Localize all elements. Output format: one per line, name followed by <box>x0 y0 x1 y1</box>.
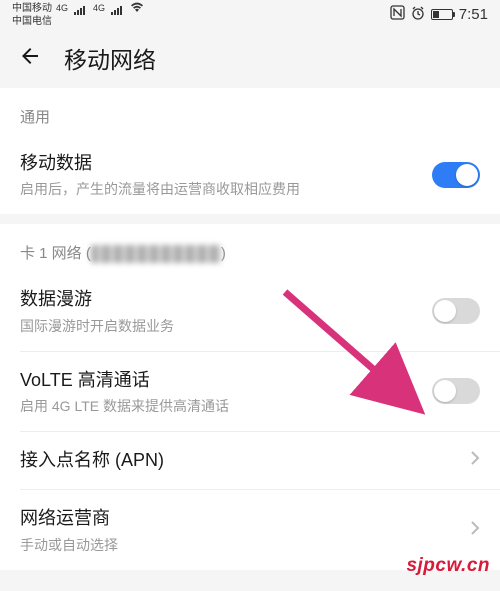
roaming-title: 数据漫游 <box>20 287 432 312</box>
row-roaming[interactable]: 数据漫游 国际漫游时开启数据业务 <box>0 271 500 350</box>
carrier-1: 中国移动 <box>12 3 52 14</box>
mobile-data-sub: 启用后，产生的流量将由运营商收取相应费用 <box>20 180 432 198</box>
row-apn[interactable]: 接入点名称 (APN) <box>0 432 500 489</box>
signal-icon <box>74 3 85 15</box>
back-icon[interactable] <box>18 44 42 73</box>
chevron-right-icon <box>470 450 480 471</box>
volte-sub: 启用 4G LTE 数据来提供高清通话 <box>20 397 432 415</box>
section-sim1: 卡 1 网络 () <box>0 224 500 271</box>
watermark: sjpcw.cn <box>406 555 490 577</box>
roaming-sub: 国际漫游时开启数据业务 <box>20 317 432 335</box>
net-badge-2: 4G <box>93 4 105 14</box>
section-general: 通用 <box>0 88 500 135</box>
volte-toggle[interactable] <box>432 378 480 404</box>
battery-icon <box>431 9 453 20</box>
row-mobile-data[interactable]: 移动数据 启用后，产生的流量将由运营商收取相应费用 <box>0 135 500 214</box>
mobile-data-toggle[interactable] <box>432 162 480 188</box>
carrier-2: 中国电信 <box>12 16 144 27</box>
wifi-icon <box>130 2 144 16</box>
net-badge-1: 4G <box>56 4 68 14</box>
roaming-toggle[interactable] <box>432 298 480 324</box>
volte-title: VoLTE 高清通话 <box>20 368 432 393</box>
apn-title: 接入点名称 (APN) <box>20 448 470 473</box>
nfc-icon <box>390 5 405 23</box>
mobile-data-title: 移动数据 <box>20 151 432 176</box>
phone-number-redacted <box>91 245 221 263</box>
status-bar: 中国移动 4G 4G 中国电信 7:51 <box>0 0 500 28</box>
alarm-icon <box>411 6 425 23</box>
row-volte[interactable]: VoLTE 高清通话 启用 4G LTE 数据来提供高清通话 <box>0 352 500 431</box>
header: 移动网络 <box>0 28 500 88</box>
chevron-right-icon <box>470 520 480 541</box>
operator-sub: 手动或自动选择 <box>20 536 470 554</box>
page-title: 移动网络 <box>64 41 156 75</box>
signal-icon-2 <box>111 3 122 15</box>
status-time: 7:51 <box>459 6 488 23</box>
operator-title: 网络运营商 <box>20 506 470 531</box>
